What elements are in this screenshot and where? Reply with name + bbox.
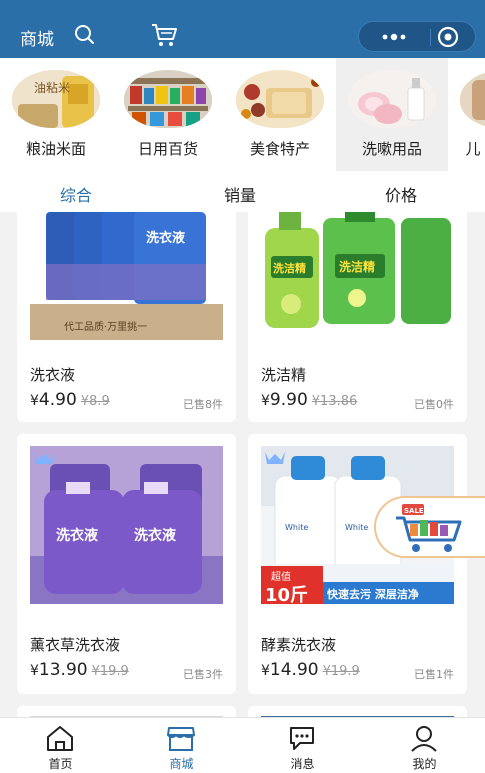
svg-text:洗洁精: 洗洁精 bbox=[273, 261, 306, 275]
product-card[interactable]: 洗衣液 洗衣液 薰衣草洗衣液 ¥13.90 ¥19.9 已售3件 bbox=[17, 434, 236, 694]
search-icon[interactable] bbox=[74, 24, 96, 46]
miniprogram-capsule bbox=[358, 21, 476, 52]
sort-tab-overall[interactable]: 综合 bbox=[60, 182, 92, 206]
message-icon bbox=[290, 727, 314, 750]
close-miniprogram-icon[interactable] bbox=[437, 26, 459, 48]
svg-text:White: White bbox=[285, 523, 308, 532]
tab-label: 消息 bbox=[290, 757, 315, 771]
category-label: 粮油米面 bbox=[25, 140, 86, 158]
tab-label: 我的 bbox=[412, 757, 437, 771]
product-card[interactable]: White White 超值 10斤 快速去污 深层洁净 酵素洗衣液 ¥14.9… bbox=[248, 434, 467, 694]
product-grid: 洗衣液 代工品质·万里挑一 洗衣液 ¥4.90 ¥8.9 已售8件 洗洁精 洗洁… bbox=[0, 212, 485, 717]
sale-cart-icon: SALE bbox=[396, 504, 462, 552]
svg-text:油粘米: 油粘米 bbox=[34, 80, 70, 95]
bottom-tab-bar: 首页 商城 消息 我的 bbox=[0, 717, 485, 773]
product-price: ¥13.90 ¥19.9 bbox=[30, 660, 129, 680]
page-title: 商城 bbox=[20, 30, 54, 50]
page: 商城 油粘米 粮油米面 日用百货 美食特产 洗嗽用品 儿 综合 销量 价格 洗衣… bbox=[0, 0, 485, 773]
daily-goods-image bbox=[124, 70, 212, 128]
product-image: 洗衣液 代工品质·万里挑一 bbox=[30, 212, 223, 340]
category-label: 日用百货 bbox=[137, 140, 198, 158]
sold-count: 已售0件 bbox=[414, 398, 454, 411]
sold-count: 已售1件 bbox=[414, 668, 454, 681]
product-price: ¥9.90 ¥13.86 bbox=[261, 390, 358, 410]
top-header: 商城 bbox=[0, 0, 485, 58]
original-price: ¥13.86 bbox=[311, 394, 358, 409]
product-name: 洗洁精 bbox=[261, 366, 307, 384]
cart-icon[interactable] bbox=[150, 22, 178, 48]
sort-tab-sales[interactable]: 销量 bbox=[224, 182, 256, 206]
svg-text:White: White bbox=[345, 523, 368, 532]
home-icon bbox=[47, 726, 73, 751]
tab-messages[interactable]: 消息 bbox=[242, 718, 363, 773]
sale-cart-button[interactable]: SALE bbox=[374, 496, 485, 558]
kids-image bbox=[460, 70, 485, 128]
svg-text:洗衣液: 洗衣液 bbox=[134, 527, 177, 544]
product-card[interactable]: 洗洁精 洗洁精 洗洁精 ¥9.90 ¥13.86 已售0件 bbox=[248, 212, 467, 422]
category-label: 儿 bbox=[465, 140, 481, 158]
original-price: ¥19.9 bbox=[91, 664, 129, 679]
svg-text:超值: 超值 bbox=[271, 570, 291, 583]
sold-count: 已售8件 bbox=[183, 398, 223, 411]
store-icon bbox=[167, 727, 195, 751]
product-image: 洗衣液 洗衣液 bbox=[30, 446, 223, 604]
original-price: ¥19.9 bbox=[322, 664, 360, 679]
sort-tabs: 综合 销量 价格 bbox=[0, 171, 485, 212]
product-image: 洗洁精 洗洁精 bbox=[261, 212, 454, 340]
svg-text:10斤: 10斤 bbox=[265, 585, 308, 604]
local-food-image bbox=[236, 70, 324, 128]
category-item-food[interactable]: 美食特产 bbox=[224, 58, 336, 171]
product-name: 酵素洗衣液 bbox=[261, 636, 337, 654]
product-card[interactable]: 洗衣液 代工品质·万里挑一 洗衣液 ¥4.90 ¥8.9 已售8件 bbox=[17, 212, 236, 422]
tab-label: 首页 bbox=[48, 757, 73, 771]
svg-text:洗衣液: 洗衣液 bbox=[56, 527, 99, 544]
capsule-divider bbox=[430, 29, 431, 46]
toiletries-image bbox=[348, 70, 436, 128]
product-price: ¥4.90 ¥8.9 bbox=[30, 390, 110, 410]
product-card[interactable] bbox=[17, 706, 236, 717]
product-name: 洗衣液 bbox=[30, 366, 76, 384]
user-icon bbox=[411, 726, 437, 752]
product-name: 薰衣草洗衣液 bbox=[30, 636, 121, 654]
svg-text:SALE: SALE bbox=[404, 507, 424, 515]
category-strip: 油粘米 粮油米面 日用百货 美食特产 洗嗽用品 儿 bbox=[0, 58, 485, 171]
more-icon[interactable] bbox=[371, 30, 417, 44]
category-label: 美食特产 bbox=[249, 140, 310, 158]
svg-text:快速去污 深层洁净: 快速去污 深层洁净 bbox=[326, 587, 419, 601]
svg-text:洗衣液: 洗衣液 bbox=[146, 230, 185, 246]
product-price: ¥14.90 ¥19.9 bbox=[261, 660, 360, 680]
category-item-grain[interactable]: 油粘米 粮油米面 bbox=[0, 58, 112, 171]
category-item-daily[interactable]: 日用百货 bbox=[112, 58, 224, 171]
category-item-kids[interactable]: 儿 bbox=[448, 58, 485, 171]
tab-home[interactable]: 首页 bbox=[0, 718, 121, 773]
tab-profile[interactable]: 我的 bbox=[364, 718, 485, 773]
category-label: 洗嗽用品 bbox=[361, 140, 422, 158]
product-card[interactable] bbox=[248, 706, 467, 717]
tab-store[interactable]: 商城 bbox=[121, 718, 242, 773]
sold-count: 已售3件 bbox=[183, 668, 223, 681]
grain-oil-image: 油粘米 bbox=[12, 70, 100, 128]
tab-label: 商城 bbox=[169, 757, 194, 771]
original-price: ¥8.9 bbox=[80, 394, 110, 409]
sort-tab-price[interactable]: 价格 bbox=[385, 182, 417, 206]
svg-text:代工品质·万里挑一: 代工品质·万里挑一 bbox=[64, 320, 147, 333]
svg-text:洗洁精: 洗洁精 bbox=[339, 259, 375, 274]
category-item-washing[interactable]: 洗嗽用品 bbox=[336, 58, 448, 171]
